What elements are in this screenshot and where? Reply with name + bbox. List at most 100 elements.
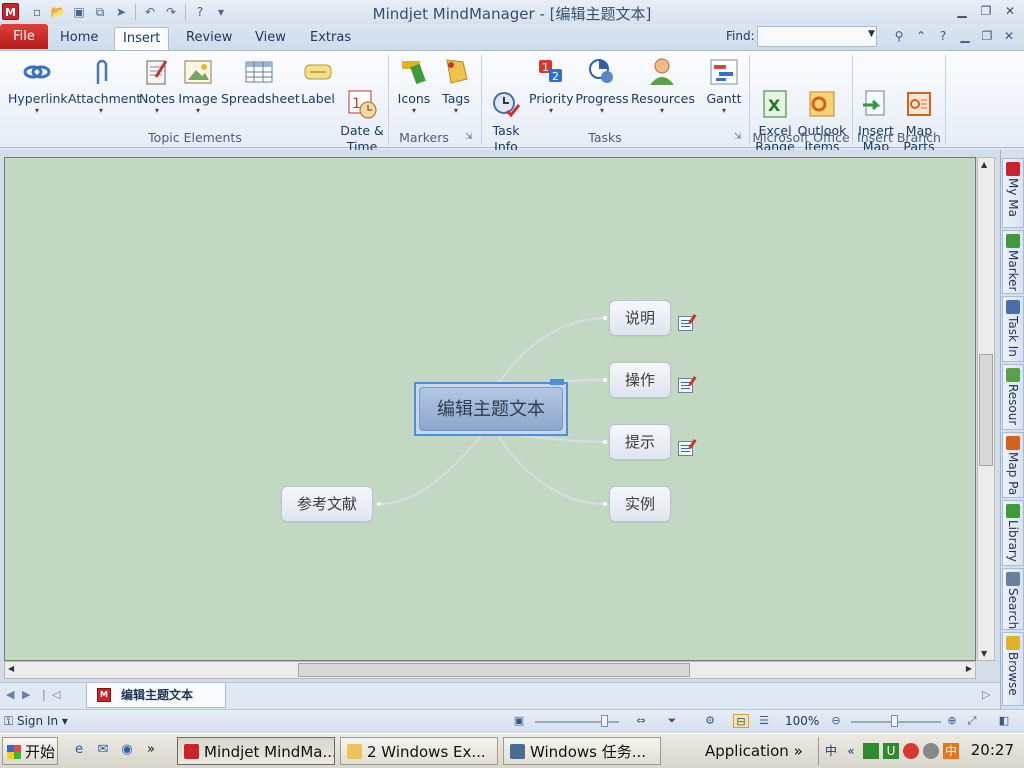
- notes-button[interactable]: Notes ▾: [138, 57, 176, 115]
- taskbar-mindmanager[interactable]: Mindjet MindMa...: [177, 737, 335, 765]
- notes-icon[interactable]: [678, 441, 693, 456]
- sidetab-markers[interactable]: Marker: [1002, 230, 1024, 294]
- sidetab-search[interactable]: Search: [1002, 568, 1024, 630]
- central-topic-text[interactable]: 编辑主题文本: [419, 387, 563, 431]
- notes-icon[interactable]: [678, 316, 693, 331]
- network-icon[interactable]: [863, 743, 879, 759]
- close-doc-icon[interactable]: ✕: [1000, 27, 1018, 45]
- taskbar-windows-explorer[interactable]: 2 Windows Ex...: [340, 737, 498, 765]
- map-overview-icon[interactable]: ▣: [511, 714, 527, 728]
- svg-text:2: 2: [552, 70, 559, 83]
- map-view-icon[interactable]: ⊟: [733, 714, 749, 728]
- zoom-out-icon[interactable]: ⊖: [828, 714, 844, 728]
- help-icon[interactable]: ?: [934, 27, 952, 45]
- outline-view-icon[interactable]: ☰: [756, 714, 772, 728]
- fit-window-icon[interactable]: ⤢: [964, 714, 980, 728]
- scroll-tabs-left-icon[interactable]: ◁: [52, 688, 60, 701]
- antivirus-icon[interactable]: [903, 743, 919, 759]
- tags-button[interactable]: Tags ▾: [437, 57, 475, 115]
- hyperlink-button[interactable]: Hyperlink ▾: [8, 57, 68, 115]
- tab-file[interactable]: File: [0, 24, 48, 49]
- tab-review[interactable]: Review: [178, 27, 240, 50]
- subtopic-shuoming[interactable]: 说明: [609, 300, 671, 336]
- tray-expand-icon[interactable]: «: [843, 743, 859, 759]
- priority-button[interactable]: 12 Priority ▾: [529, 57, 574, 115]
- horizontal-scrollbar[interactable]: ◀ ▶: [4, 661, 976, 679]
- paperclip-icon: [86, 57, 116, 87]
- scroll-tabs-right-icon[interactable]: ▷: [982, 688, 990, 701]
- sidetab-library[interactable]: Library: [1002, 500, 1024, 566]
- image-button[interactable]: Image ▾: [178, 57, 218, 115]
- subtopic-caozuo[interactable]: 操作: [609, 362, 671, 398]
- scroll-up-icon[interactable]: ▲: [981, 160, 987, 169]
- sidetab-resources[interactable]: Resour: [1002, 364, 1024, 430]
- central-topic[interactable]: 编辑主题文本: [414, 379, 568, 436]
- application-toolbar[interactable]: Application »: [705, 737, 803, 765]
- ie-icon[interactable]: e: [70, 741, 88, 759]
- tasks-launcher-icon[interactable]: ⇲: [734, 132, 742, 142]
- close-icon[interactable]: ✕: [1000, 3, 1020, 19]
- map-parts-icon: [904, 73, 934, 116]
- filter-icon[interactable]: ⏷: [664, 714, 680, 728]
- tab-extras[interactable]: Extras: [302, 27, 359, 50]
- notes-icon: [142, 57, 172, 87]
- taskbar-task-manager[interactable]: Windows 任务...: [503, 737, 661, 765]
- input-method-icon[interactable]: 中: [943, 743, 959, 759]
- vertical-scroll-thumb[interactable]: [979, 354, 993, 466]
- search-options-icon[interactable]: ⚲: [890, 27, 908, 45]
- sidetab-browser[interactable]: Browse: [1002, 632, 1024, 706]
- next-doc-icon[interactable]: ▶: [22, 688, 30, 701]
- zoom-in-icon[interactable]: ⊕: [944, 714, 960, 728]
- label-button[interactable]: Label: [299, 57, 337, 107]
- volume-icon[interactable]: [923, 743, 939, 759]
- media-icon[interactable]: ◉: [118, 741, 136, 759]
- markers-launcher-icon[interactable]: ⇲: [465, 132, 473, 142]
- sidetab-my-maps[interactable]: My Ma: [1002, 158, 1024, 228]
- gantt-button[interactable]: Gantt ▾: [704, 57, 744, 115]
- map-canvas[interactable]: 编辑主题文本 说明 操作 提示 实例 参考文献: [4, 157, 976, 661]
- collapse-ribbon-icon[interactable]: ⌃: [912, 27, 930, 45]
- icons-button[interactable]: Icons ▾: [395, 57, 433, 115]
- subtopic-cankao-wenxian[interactable]: 参考文献: [281, 486, 373, 522]
- prev-doc-icon[interactable]: ◀: [6, 688, 14, 701]
- minimize-icon[interactable]: ▁: [952, 3, 972, 19]
- minimize-doc-icon[interactable]: ▁: [956, 27, 974, 45]
- tab-insert[interactable]: Insert: [114, 27, 170, 50]
- resources-button[interactable]: Resources ▾: [631, 57, 695, 115]
- scroll-left-icon[interactable]: ◀: [8, 664, 14, 673]
- panel-toggle-icon[interactable]: ◧: [996, 714, 1012, 728]
- tab-home[interactable]: Home: [52, 27, 106, 50]
- notes-icon[interactable]: [678, 378, 693, 393]
- sidetab-map-parts[interactable]: Map Pa: [1002, 432, 1024, 498]
- tab-view[interactable]: View: [247, 27, 294, 50]
- spreadsheet-button[interactable]: Spreadsheet: [221, 57, 300, 107]
- find-input[interactable]: [757, 26, 877, 47]
- start-button[interactable]: 开始: [2, 737, 58, 765]
- document-tab[interactable]: M 编辑主题文本: [86, 683, 226, 708]
- vertical-scrollbar[interactable]: ▲ ▼: [977, 157, 995, 661]
- more-launch-icon[interactable]: »: [142, 741, 160, 759]
- fit-map-icon[interactable]: ⇔: [633, 714, 649, 728]
- restore-doc-icon[interactable]: ❐: [978, 27, 996, 45]
- scroll-down-icon[interactable]: ▼: [981, 649, 987, 658]
- horizontal-scroll-thumb[interactable]: [298, 663, 690, 677]
- app-tray-icon[interactable]: U: [883, 743, 899, 759]
- layout-icon[interactable]: ⚙: [702, 714, 718, 728]
- ime-indicator[interactable]: 中: [823, 743, 839, 759]
- scroll-right-icon[interactable]: ▶: [966, 664, 972, 673]
- subtopic-shili[interactable]: 实例: [609, 486, 671, 522]
- clock[interactable]: 20:27: [971, 741, 1014, 759]
- sign-in-link[interactable]: ⚿ Sign In ▾: [4, 714, 68, 729]
- overview-slider-thumb[interactable]: [601, 715, 608, 727]
- restore-icon[interactable]: ❐: [976, 3, 996, 19]
- subtopic-tishi[interactable]: 提示: [609, 424, 671, 460]
- doc-list-icon[interactable]: |: [42, 688, 46, 701]
- sidetab-task-info[interactable]: Task In: [1002, 296, 1024, 362]
- topic-resize-handle[interactable]: [550, 379, 564, 385]
- find-dropdown-icon[interactable]: ▼: [868, 29, 875, 39]
- attachment-button[interactable]: Attachment ▾: [68, 57, 141, 115]
- browser-icon: [1006, 636, 1020, 650]
- outlook-launch-icon[interactable]: ✉: [94, 741, 112, 759]
- progress-button[interactable]: Progress ▾: [574, 57, 630, 115]
- zoom-slider-thumb[interactable]: [891, 715, 898, 727]
